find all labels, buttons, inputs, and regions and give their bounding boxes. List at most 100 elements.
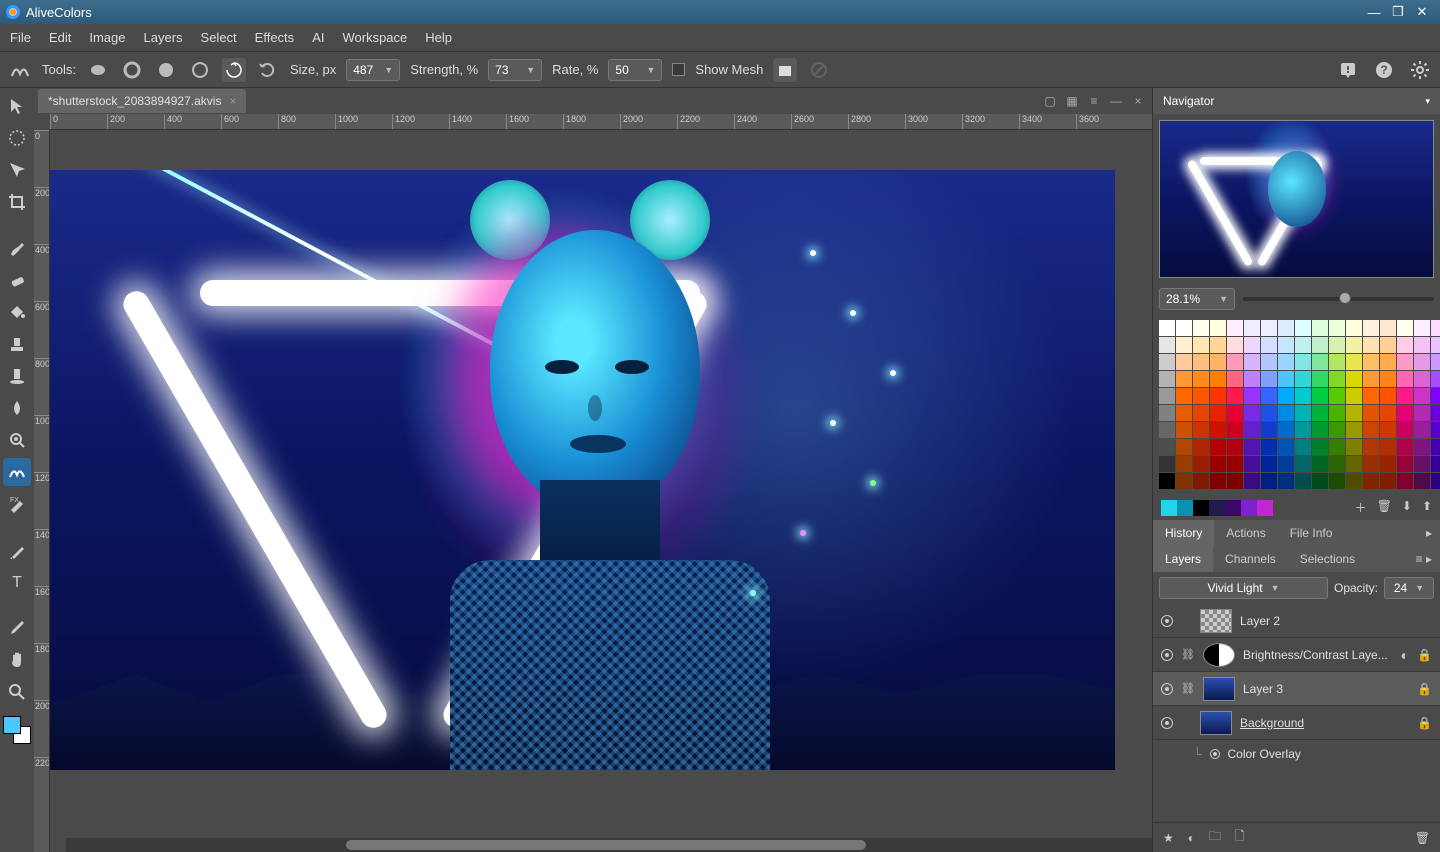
eraser-tool[interactable] xyxy=(3,266,31,294)
palette-cell[interactable] xyxy=(1414,337,1430,353)
palette-cell[interactable] xyxy=(1210,473,1226,489)
palette-cell[interactable] xyxy=(1159,456,1175,472)
brush-tool[interactable] xyxy=(3,234,31,262)
palette-cell[interactable] xyxy=(1227,473,1243,489)
pen-tool[interactable] xyxy=(3,536,31,564)
foreground-color-swatch[interactable] xyxy=(3,716,21,734)
warp-tool-1-icon[interactable] xyxy=(86,58,110,82)
palette-cell[interactable] xyxy=(1397,371,1413,387)
palette-cell[interactable] xyxy=(1431,473,1440,489)
maximize-button[interactable]: ❐ xyxy=(1386,4,1410,20)
settings-icon[interactable] xyxy=(1408,58,1432,82)
recent-color[interactable] xyxy=(1257,500,1273,516)
palette-cell[interactable] xyxy=(1346,473,1362,489)
palette-cell[interactable] xyxy=(1431,439,1440,455)
palette-cell[interactable] xyxy=(1159,473,1175,489)
palette-cell[interactable] xyxy=(1261,388,1277,404)
add-swatch-icon[interactable]: ＋ xyxy=(1355,499,1367,516)
recent-color[interactable] xyxy=(1209,500,1225,516)
recent-color[interactable] xyxy=(1177,500,1193,516)
close-button[interactable]: ✕ xyxy=(1410,4,1434,20)
palette-cell[interactable] xyxy=(1414,422,1430,438)
palette-cell[interactable] xyxy=(1380,388,1396,404)
layer-row[interactable]: ⛓Brightness/Contrast Laye...◐🔒 xyxy=(1153,638,1440,672)
menu-file[interactable]: File xyxy=(10,30,31,45)
palette-cell[interactable] xyxy=(1346,405,1362,421)
lock-icon[interactable]: 🔒 xyxy=(1417,648,1432,662)
cancel-icon[interactable] xyxy=(807,58,831,82)
palette-cell[interactable] xyxy=(1312,456,1328,472)
palette-cell[interactable] xyxy=(1278,405,1294,421)
palette-cell[interactable] xyxy=(1159,354,1175,370)
text-tool[interactable]: T xyxy=(3,568,31,596)
palette-cell[interactable] xyxy=(1397,473,1413,489)
menu-select[interactable]: Select xyxy=(201,30,237,45)
palette-cell[interactable] xyxy=(1397,456,1413,472)
palette-cell[interactable] xyxy=(1261,405,1277,421)
palette-cell[interactable] xyxy=(1414,405,1430,421)
palette-cell[interactable] xyxy=(1329,473,1345,489)
palette-cell[interactable] xyxy=(1227,354,1243,370)
view-close-icon[interactable]: — xyxy=(1108,94,1124,108)
palette-cell[interactable] xyxy=(1278,320,1294,336)
palette-cell[interactable] xyxy=(1329,354,1345,370)
palette-cell[interactable] xyxy=(1329,320,1345,336)
visibility-icon[interactable] xyxy=(1161,649,1173,661)
view-single-icon[interactable]: ▢ xyxy=(1042,94,1058,108)
load-swatch-icon[interactable]: ⬇ xyxy=(1402,499,1412,516)
palette-cell[interactable] xyxy=(1159,422,1175,438)
palette-cell[interactable] xyxy=(1363,320,1379,336)
palette-cell[interactable] xyxy=(1159,388,1175,404)
palette-cell[interactable] xyxy=(1244,320,1260,336)
palette-cell[interactable] xyxy=(1244,371,1260,387)
link-icon[interactable]: ⛓ xyxy=(1181,648,1195,661)
save-swatch-icon[interactable]: ⬆ xyxy=(1422,499,1432,516)
palette-cell[interactable] xyxy=(1312,320,1328,336)
palette-cell[interactable] xyxy=(1193,388,1209,404)
hand-tool[interactable] xyxy=(3,646,31,674)
palette-cell[interactable] xyxy=(1414,354,1430,370)
palette-cell[interactable] xyxy=(1176,354,1192,370)
palette-cell[interactable] xyxy=(1295,388,1311,404)
history-brush-tool[interactable] xyxy=(3,362,31,390)
tabs-menu-icon[interactable]: ▸ xyxy=(1418,520,1440,546)
palette-cell[interactable] xyxy=(1329,456,1345,472)
size-dropdown[interactable]: 487▼ xyxy=(346,59,400,81)
navigator-menu-icon[interactable]: ▾ xyxy=(1425,96,1430,107)
visibility-icon[interactable] xyxy=(1210,749,1220,759)
menu-ai[interactable]: AI xyxy=(312,30,324,45)
palette-cell[interactable] xyxy=(1363,473,1379,489)
palette-cell[interactable] xyxy=(1227,439,1243,455)
palette-cell[interactable] xyxy=(1193,354,1209,370)
palette-cell[interactable] xyxy=(1227,405,1243,421)
apply-icon[interactable] xyxy=(773,58,797,82)
palette-cell[interactable] xyxy=(1380,371,1396,387)
crop-tool[interactable] xyxy=(3,188,31,216)
palette-cell[interactable] xyxy=(1414,473,1430,489)
palette-cell[interactable] xyxy=(1380,473,1396,489)
palette-cell[interactable] xyxy=(1431,371,1440,387)
palette-cell[interactable] xyxy=(1278,456,1294,472)
blur-tool[interactable] xyxy=(3,394,31,422)
palette-cell[interactable] xyxy=(1397,388,1413,404)
visibility-icon[interactable] xyxy=(1161,717,1173,729)
palette-cell[interactable] xyxy=(1329,422,1345,438)
palette-cell[interactable] xyxy=(1295,456,1311,472)
palette-cell[interactable] xyxy=(1227,456,1243,472)
palette-cell[interactable] xyxy=(1380,422,1396,438)
delete-layer-icon[interactable]: 🗑 xyxy=(1415,831,1430,845)
palette-cell[interactable] xyxy=(1261,337,1277,353)
close-tab-icon[interactable]: × xyxy=(229,94,236,108)
palette-cell[interactable] xyxy=(1431,354,1440,370)
palette-cell[interactable] xyxy=(1244,473,1260,489)
recent-color[interactable] xyxy=(1241,500,1257,516)
warp-tool-2-icon[interactable] xyxy=(120,58,144,82)
palette-cell[interactable] xyxy=(1295,354,1311,370)
layer-row[interactable]: Layer 2 xyxy=(1153,604,1440,638)
recent-color[interactable] xyxy=(1161,500,1177,516)
palette-cell[interactable] xyxy=(1312,354,1328,370)
tab-channels[interactable]: Channels xyxy=(1213,546,1288,572)
notification-icon[interactable] xyxy=(1336,58,1360,82)
palette-cell[interactable] xyxy=(1363,405,1379,421)
blend-mode-dropdown[interactable]: Vivid Light▼ xyxy=(1159,577,1328,599)
